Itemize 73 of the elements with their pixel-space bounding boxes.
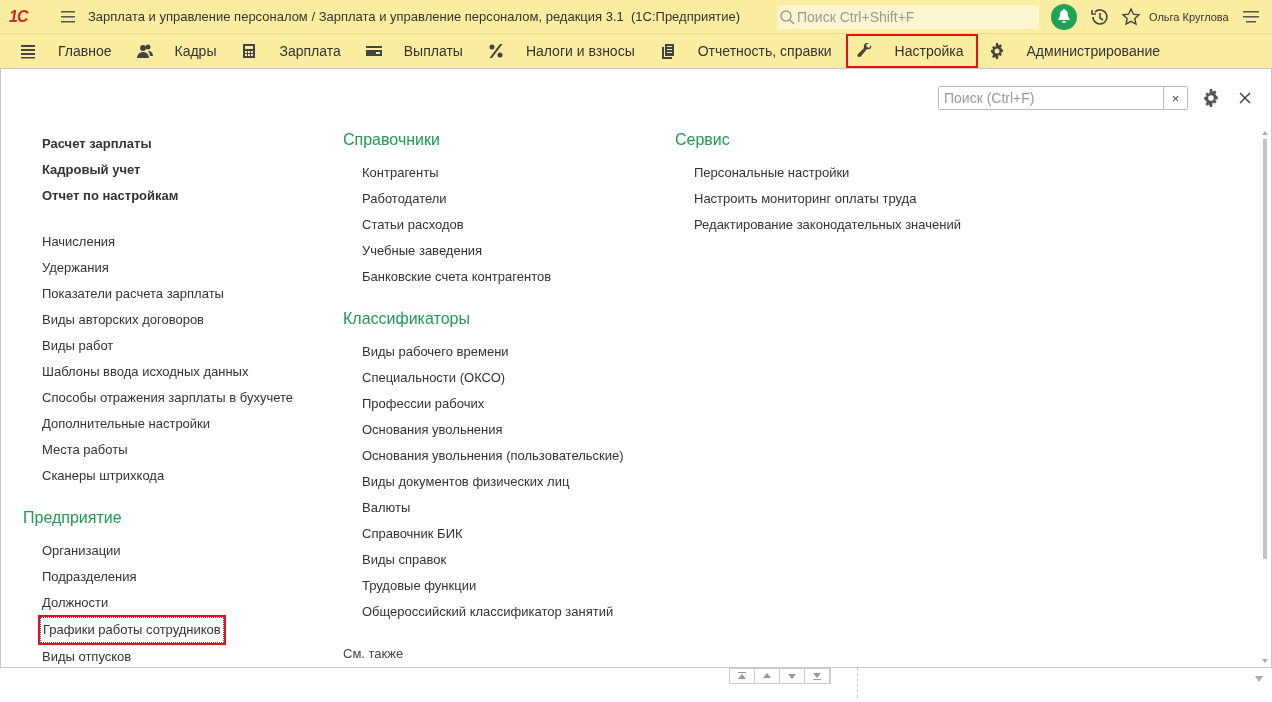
bell-icon (1057, 9, 1071, 24)
search-field[interactable]: Поиск (Ctrl+F) × (938, 86, 1188, 110)
section-link[interactable]: Контрагенты (362, 160, 439, 186)
section-link[interactable]: Основания увольнения (362, 417, 503, 443)
notifications-button[interactable] (1051, 3, 1077, 30)
people-icon (136, 43, 153, 59)
section-link[interactable]: Дополнительные настройки (42, 411, 211, 437)
section-link[interactable]: Места работы (42, 437, 128, 463)
section-link[interactable]: Показатели расчета зарплаты (42, 281, 224, 307)
star-icon[interactable] (1121, 6, 1141, 27)
section-link[interactable]: Сканеры штрихкода (42, 463, 165, 489)
section-link[interactable]: Настроить мониторинг оплаты труда (694, 186, 917, 212)
section-link[interactable]: Начисления (42, 229, 116, 255)
card-icon (365, 43, 382, 59)
section-link[interactable]: Шаблоны ввода исходных данных (42, 359, 249, 385)
section-link[interactable]: Общероссийский классификатор занятий (362, 599, 614, 625)
section-link[interactable]: Отчет по настройкам (42, 183, 179, 209)
window-title: Зарплата и управление персоналом / Зарплата и управление персоналом, редакция 3.1 (1С:Предприятие) (88, 9, 741, 24)
pages-icon (659, 43, 676, 59)
section-link[interactable]: Персональные настройки (694, 160, 850, 186)
group-heading: Предприятие (23, 508, 122, 528)
clear-button[interactable]: × (1163, 87, 1187, 109)
group-heading: Сервис (675, 130, 730, 150)
section-link[interactable]: Организации (42, 538, 121, 564)
section-tab[interactable]: Администрирование (977, 34, 1174, 68)
section-tab[interactable]: Зарплата (230, 34, 355, 68)
section-link[interactable]: Справочник БИК (362, 521, 463, 547)
see-also-link[interactable]: См. также (343, 641, 404, 667)
wrench-icon (856, 43, 873, 59)
section-tab[interactable]: Налоги и взносы (476, 34, 649, 68)
menu-icon (20, 43, 36, 59)
close-icon[interactable] (1238, 91, 1252, 105)
menu-icon[interactable] (61, 10, 75, 23)
percent-icon (487, 43, 504, 59)
section-link[interactable]: Кадровый учет (42, 157, 141, 183)
section-link[interactable]: Способы отражения зарплаты в бухучете (42, 385, 293, 411)
section-link[interactable]: Виды отпусков (42, 644, 132, 667)
section-link[interactable]: Банковские счета контрагентов (362, 264, 552, 290)
calculator-icon (241, 43, 258, 59)
section-link[interactable]: Расчет зарплаты (42, 131, 152, 157)
section-link[interactable]: Должности (42, 590, 109, 616)
navigation-buttons[interactable] (729, 668, 831, 684)
section-link[interactable]: Трудовые функции (362, 573, 477, 599)
section-link[interactable]: Графики работы сотрудников (40, 617, 224, 643)
menu-icon[interactable] (1242, 8, 1259, 25)
user-name[interactable]: Ольга Круглова (1149, 10, 1229, 23)
section-link[interactable]: Виды документов физических лиц (362, 469, 570, 495)
section-link[interactable]: Специальности (ОКСО) (362, 365, 506, 391)
section-link[interactable]: Статьи расходов (362, 212, 464, 238)
section-link[interactable]: Подразделения (42, 564, 137, 590)
section-link[interactable]: Виды справок (362, 547, 447, 573)
section-link[interactable]: Валюты (362, 495, 411, 521)
search-icon (779, 8, 795, 25)
section-tab[interactable]: Главное (9, 34, 126, 68)
section-link[interactable]: Работодатели (362, 186, 447, 212)
settings-icon[interactable] (1202, 89, 1220, 107)
section-tab[interactable]: Выплаты (354, 34, 477, 68)
group-heading: Справочники (343, 130, 440, 150)
gear-icon (988, 43, 1005, 59)
section-link[interactable]: Учебные заведения (362, 238, 483, 264)
section-link[interactable]: Удержания (42, 255, 109, 281)
app-logo[interactable]: 1С (9, 7, 41, 26)
section-link[interactable]: Виды авторских договоров (42, 307, 204, 333)
section-link[interactable]: Виды работ (42, 333, 114, 359)
section-tab[interactable]: Кадры (125, 34, 231, 68)
section-link[interactable]: Редактирование законодательных значений (694, 212, 961, 238)
section-tab[interactable]: Отчетность, справки (648, 34, 846, 68)
group-heading: Классификаторы (343, 309, 470, 329)
section-link[interactable]: Виды рабочего времени (362, 339, 509, 365)
history-icon[interactable] (1089, 6, 1109, 27)
section-link[interactable]: Профессии рабочих (362, 391, 485, 417)
section-tab[interactable]: Настройка (845, 34, 978, 68)
section-link[interactable]: Основания увольнения (пользовательские) (362, 443, 624, 469)
